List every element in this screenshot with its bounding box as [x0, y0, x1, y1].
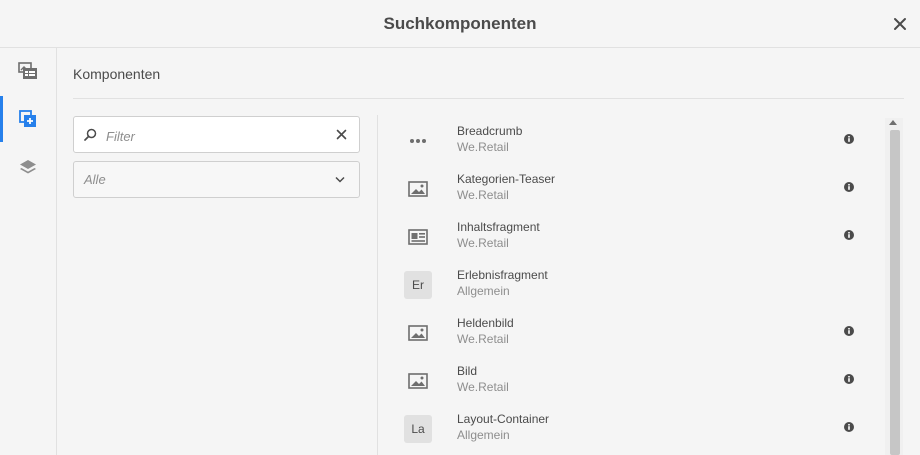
component-abbr-badge: Er: [404, 271, 432, 299]
close-icon: [894, 18, 906, 30]
component-group: We.Retail: [457, 332, 509, 346]
component-list: Breadcrumb We.Retail Kategorien-Teaser W…: [378, 115, 898, 455]
component-name: Heldenbild: [457, 316, 514, 330]
image-icon: [404, 175, 432, 203]
component-name: Erlebnisfragment: [457, 268, 548, 282]
dialog-header: Suchkomponenten: [0, 0, 920, 48]
rail-layers-button[interactable]: [0, 144, 56, 190]
rail-assets-button[interactable]: [0, 48, 56, 94]
layers-icon: [20, 160, 36, 174]
component-item-heldenbild[interactable]: Heldenbild We.Retail: [378, 307, 883, 355]
panel-title: Komponenten: [73, 66, 161, 82]
filter-input[interactable]: [104, 123, 328, 149]
info-icon[interactable]: [842, 132, 856, 146]
component-item-kategorien-teaser[interactable]: Kategorien-Teaser We.Retail: [378, 163, 883, 211]
component-group: We.Retail: [457, 236, 509, 250]
components-icon: [19, 110, 36, 127]
assets-icon: [18, 62, 37, 79]
component-name: Breadcrumb: [457, 124, 523, 138]
info-icon[interactable]: [842, 324, 856, 338]
scrollbar-thumb[interactable]: [890, 130, 900, 455]
component-item-layout-container[interactable]: La Layout-Container Allgemein: [378, 403, 883, 451]
component-item-erlebnisfragment[interactable]: Er Erlebnisfragment Allgemein: [378, 259, 883, 307]
component-item-breadcrumb[interactable]: Breadcrumb We.Retail: [378, 115, 883, 163]
rail-components-button[interactable]: [0, 96, 56, 142]
image-icon: [404, 319, 432, 347]
component-name: Layout-Container: [457, 412, 550, 426]
component-group: Allgemein: [457, 284, 510, 298]
panel-divider: [73, 98, 904, 99]
scroll-up-arrow[interactable]: [889, 120, 897, 125]
info-icon[interactable]: [842, 420, 856, 434]
close-button[interactable]: [888, 12, 912, 36]
clear-icon[interactable]: [336, 129, 347, 140]
component-name: Bild: [457, 364, 478, 378]
component-group: We.Retail: [457, 380, 509, 394]
info-icon[interactable]: [842, 228, 856, 242]
component-item-inhaltsfragment[interactable]: Inhaltsfragment We.Retail: [378, 211, 883, 259]
filter-field[interactable]: [73, 116, 360, 153]
more-icon: [404, 127, 432, 155]
group-select[interactable]: Alle: [73, 161, 360, 198]
info-icon[interactable]: [842, 180, 856, 194]
chevron-down-icon: [335, 176, 345, 183]
component-group: We.Retail: [457, 188, 509, 202]
group-select-value: Alle: [84, 172, 106, 187]
dialog-title: Suchkomponenten: [383, 14, 537, 33]
content-fragment-icon: [404, 223, 432, 251]
info-icon[interactable]: [842, 372, 856, 386]
component-name: Inhaltsfragment: [457, 220, 540, 234]
component-abbr-badge: La: [404, 415, 432, 443]
component-group: We.Retail: [457, 140, 509, 154]
component-item-bild[interactable]: Bild We.Retail: [378, 355, 883, 403]
search-icon: [84, 128, 97, 141]
components-panel: Komponenten Alle Breadcrumb We.Retail: [57, 48, 920, 455]
component-group: Allgemein: [457, 428, 510, 442]
image-icon: [404, 367, 432, 395]
component-name: Kategorien-Teaser: [457, 172, 556, 186]
side-rail: [0, 48, 57, 455]
